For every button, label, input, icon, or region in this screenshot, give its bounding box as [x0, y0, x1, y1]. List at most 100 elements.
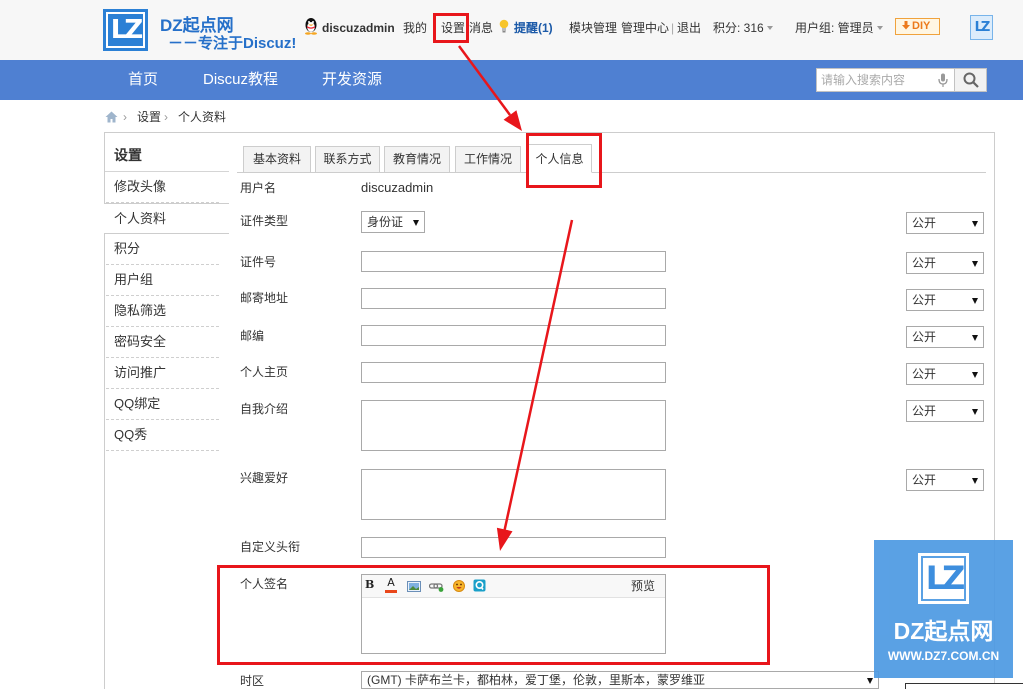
privacy-value: 公开	[912, 404, 937, 418]
address-label: 邮寄地址	[240, 291, 289, 305]
font-color-button[interactable]: A	[385, 577, 397, 593]
dropdown-arrow-icon	[413, 220, 419, 226]
custom-title-input[interactable]	[361, 537, 666, 558]
breadcrumb-separator-icon: ›	[164, 110, 168, 124]
sidebar-item-password[interactable]: 密码安全	[106, 327, 219, 358]
homepage-label: 个人主页	[240, 365, 289, 379]
logout-link[interactable]: 退出	[677, 20, 701, 36]
id-number-privacy-select[interactable]: 公开	[906, 252, 984, 274]
dropdown-arrow-icon	[972, 478, 978, 484]
privacy-value: 公开	[912, 293, 937, 307]
username-value: discuzadmin	[361, 180, 434, 195]
messages-link[interactable]: 消息	[469, 20, 493, 36]
sidebar-item-promotion[interactable]: 访问推广	[106, 358, 219, 389]
privacy-value: 公开	[912, 256, 937, 270]
annotation-arrowhead-1	[503, 110, 522, 131]
search-button[interactable]	[954, 68, 987, 92]
site-tagline: －－专注于Discuz!	[168, 35, 297, 52]
image-icon[interactable]	[407, 581, 421, 595]
dropdown-arrow-icon	[972, 298, 978, 304]
homepage-input[interactable]	[361, 362, 666, 383]
interest-privacy-select[interactable]: 公开	[906, 469, 984, 491]
timezone-label: 时区	[240, 674, 265, 688]
sidebar-item-qq-bind[interactable]: QQ绑定	[106, 389, 219, 420]
watermark: LZ DZ起点网 WWW.DZ7.COM.CN	[874, 540, 1013, 678]
bio-privacy-select[interactable]: 公开	[906, 400, 984, 422]
link-icon[interactable]	[428, 581, 444, 595]
sidebar-item-credits[interactable]: 积分	[106, 234, 219, 265]
dropdown-arrow-icon	[972, 372, 978, 378]
id-type-privacy-select[interactable]: 公开	[906, 212, 984, 234]
chevron-down-icon[interactable]	[767, 26, 773, 30]
tab-basic[interactable]: 基本资料	[243, 146, 311, 173]
watermark-title: DZ起点网	[893, 618, 994, 644]
logo-mark-text: LZ	[110, 15, 143, 45]
watermark-url: WWW.DZ7.COM.CN	[887, 649, 1000, 663]
my-link[interactable]: 我的	[403, 20, 427, 36]
preview-button[interactable]: 预览	[631, 578, 655, 594]
username-link[interactable]: discuzadmin	[322, 20, 395, 36]
dropdown-arrow-icon	[972, 221, 978, 227]
id-type-value: 身份证	[367, 215, 404, 229]
nav-item-discuz-tutorial[interactable]: Discuz教程	[203, 60, 278, 100]
id-number-input[interactable]	[361, 251, 666, 272]
main-nav: 首页 Discuz教程 开发资源	[0, 60, 1023, 100]
nav-item-dev-resources[interactable]: 开发资源	[322, 60, 382, 100]
qq-show-icon[interactable]	[473, 579, 486, 595]
breadcrumb-settings[interactable]: 设置	[137, 109, 161, 125]
address-privacy-select[interactable]: 公开	[906, 289, 984, 311]
tab-education[interactable]: 教育情况	[384, 146, 450, 173]
header-separator: |	[671, 21, 675, 35]
search-icon	[963, 72, 979, 88]
id-type-select[interactable]: 身份证	[361, 211, 425, 233]
privacy-value: 公开	[912, 330, 937, 344]
privacy-value: 公开	[912, 367, 937, 381]
mic-icon[interactable]	[938, 73, 948, 88]
search-input[interactable]	[816, 68, 955, 92]
admin-center-link[interactable]: 管理中心	[621, 20, 669, 36]
tab-work[interactable]: 工作情况	[455, 146, 521, 173]
address-input[interactable]	[361, 288, 666, 309]
reminder-link[interactable]: 提醒(1)	[514, 20, 553, 36]
settings-link[interactable]: 设置	[441, 20, 465, 36]
dropdown-arrow-icon	[867, 678, 873, 684]
sidebar-item-usergroup[interactable]: 用户组	[106, 265, 219, 296]
smiley-icon[interactable]	[453, 580, 465, 595]
chevron-down-icon[interactable]	[877, 26, 883, 30]
sidebar-title: 设置	[114, 147, 142, 163]
sidebar-item-avatar[interactable]: 修改头像	[106, 172, 219, 203]
dropdown-arrow-icon	[972, 261, 978, 267]
nav-item-home[interactable]: 首页	[128, 60, 158, 100]
homepage-privacy-select[interactable]: 公开	[906, 363, 984, 385]
credits-menu[interactable]: 积分: 316	[713, 20, 764, 36]
bio-textarea[interactable]	[361, 400, 666, 451]
home-icon[interactable]	[105, 111, 118, 126]
privacy-value: 公开	[912, 473, 937, 487]
sidebar-item-profile[interactable]: 个人资料	[104, 203, 229, 234]
usergroup-menu[interactable]: 用户组: 管理员	[795, 20, 874, 36]
tab-personal-info[interactable]: 个人信息	[527, 144, 592, 173]
tab-contact[interactable]: 联系方式	[315, 146, 380, 173]
timezone-select[interactable]: (GMT) 卡萨布兰卡，都柏林，爱丁堡，伦敦，里斯本，蒙罗维亚	[361, 671, 879, 689]
qq-icon[interactable]	[303, 17, 319, 38]
zipcode-privacy-select[interactable]: 公开	[906, 326, 984, 348]
id-number-label: 证件号	[240, 255, 277, 269]
editor-toolbar: B A 预览	[362, 575, 665, 598]
bulb-icon	[499, 19, 509, 36]
username-label: 用户名	[240, 181, 277, 195]
signature-editor: B A 预览	[361, 574, 666, 654]
site-logo[interactable]: LZ	[103, 9, 148, 51]
diy-button[interactable]: DIY	[895, 18, 940, 35]
sidebar-item-qq-show[interactable]: QQ秀	[106, 420, 219, 451]
bold-button[interactable]: B	[365, 578, 374, 592]
watermark-logo: LZ	[918, 553, 969, 604]
timezone-value: (GMT) 卡萨布兰卡，都柏林，爱丁堡，伦敦，里斯本，蒙罗维亚	[367, 673, 705, 687]
module-admin-link[interactable]: 模块管理	[569, 20, 617, 36]
interest-textarea[interactable]	[361, 469, 666, 520]
sidebar-item-privacy[interactable]: 隐私筛选	[106, 296, 219, 327]
watermark-logo-text: LZ	[925, 559, 966, 597]
signature-textarea[interactable]	[362, 598, 665, 653]
right-logo-icon[interactable]: LZ	[970, 15, 993, 40]
privacy-value: 公开	[912, 216, 937, 230]
zipcode-input[interactable]	[361, 325, 666, 346]
